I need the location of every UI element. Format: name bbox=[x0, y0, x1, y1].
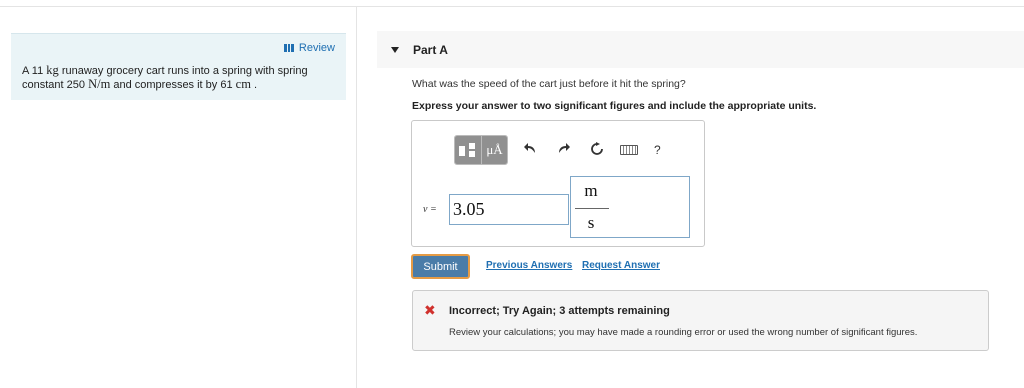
math-toolbar: μÅ ? bbox=[454, 135, 661, 165]
help-icon[interactable]: ? bbox=[654, 143, 661, 157]
unit-denominator[interactable]: s bbox=[579, 213, 603, 233]
feedback-panel: ✖ Incorrect; Try Again; 3 attempts remai… bbox=[412, 290, 989, 351]
toolbar-button-group: μÅ bbox=[454, 135, 508, 165]
templates-icon bbox=[459, 143, 475, 157]
problem-statement: A 11 kg runaway grocery cart runs into a… bbox=[22, 63, 308, 92]
part-a-header[interactable]: Part A bbox=[377, 31, 1024, 68]
feedback-title: Incorrect; Try Again; 3 attempts remaini… bbox=[449, 305, 670, 317]
undo-icon[interactable] bbox=[524, 142, 538, 159]
unit-numerator[interactable]: m bbox=[579, 181, 603, 201]
redo-icon[interactable] bbox=[556, 142, 570, 159]
instruction-text: Express your answer to two significant f… bbox=[412, 100, 817, 112]
top-divider bbox=[0, 6, 1024, 7]
units-input[interactable]: m s bbox=[570, 176, 690, 238]
problem-panel: Review A 11 kg runaway grocery cart runs… bbox=[11, 33, 346, 100]
review-icon bbox=[283, 44, 294, 52]
question-text: What was the speed of the cart just befo… bbox=[412, 78, 686, 90]
fraction-bar bbox=[575, 208, 609, 209]
error-x-icon: ✖ bbox=[424, 302, 436, 318]
keyboard-icon[interactable] bbox=[620, 142, 638, 158]
units-icon: μÅ bbox=[486, 142, 503, 157]
answer-value-input[interactable]: 3.05 bbox=[449, 194, 569, 225]
column-divider bbox=[356, 6, 357, 388]
submit-button[interactable]: Submit bbox=[411, 254, 470, 279]
request-answer-link[interactable]: Request Answer bbox=[582, 260, 660, 271]
units-button[interactable]: μÅ bbox=[481, 136, 507, 164]
previous-answers-link[interactable]: Previous Answers bbox=[486, 260, 572, 271]
review-label: Review bbox=[298, 42, 335, 54]
answer-editor: μÅ ? v = 3.05 m s bbox=[411, 120, 705, 247]
variable-label: v = bbox=[423, 204, 437, 215]
feedback-message: Review your calculations; you may have m… bbox=[449, 327, 918, 338]
reset-icon[interactable] bbox=[590, 141, 604, 159]
review-link[interactable]: Review bbox=[283, 42, 335, 54]
templates-button[interactable] bbox=[455, 136, 481, 164]
part-title: Part A bbox=[413, 42, 448, 57]
caret-down-icon[interactable] bbox=[391, 46, 399, 53]
